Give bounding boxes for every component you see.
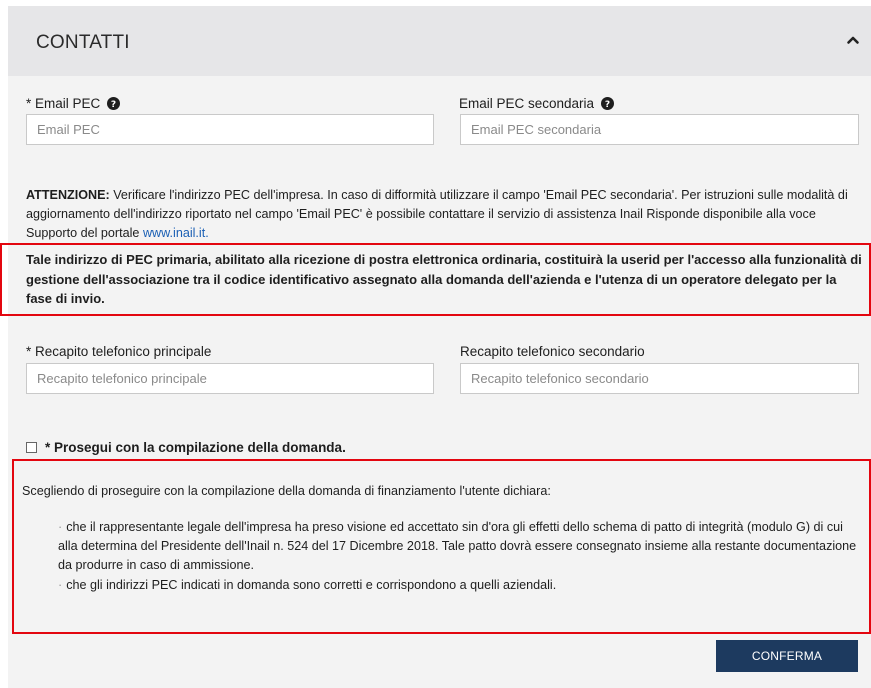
svg-text:?: ?	[111, 100, 116, 110]
continue-checkbox-row[interactable]: * Prosegui con la compilazione della dom…	[26, 440, 346, 455]
phone-primary-label: * Recapito telefonico principale	[26, 344, 211, 359]
email-pec-label-text: * Email PEC	[26, 96, 101, 111]
pec-primary-notice: Tale indirizzo di PEC primaria, abilitat…	[26, 252, 862, 306]
email-pec-input[interactable]	[26, 114, 434, 145]
phone-primary-input[interactable]	[26, 363, 434, 394]
declaration-bullet-text: che il rappresentante legale dell'impres…	[58, 520, 857, 572]
panel-header[interactable]: CONTATTI	[8, 6, 871, 76]
chevron-up-icon[interactable]	[843, 30, 863, 50]
question-circle-icon[interactable]: ?	[107, 97, 121, 110]
question-circle-icon[interactable]: ?	[601, 97, 615, 110]
phone-secondary-label-text: Recapito telefonico secondario	[460, 344, 645, 359]
email-pec-secondary-input[interactable]	[460, 114, 859, 145]
declaration-bullet: · che il rappresentante legale dell'impre…	[58, 518, 858, 575]
email-pec-secondary-label: Email PEC secondaria ?	[459, 96, 615, 111]
section-title: CONTATTI	[36, 32, 130, 53]
bullet-dot-icon: ·	[58, 578, 63, 592]
svg-text:?: ?	[605, 100, 610, 110]
phone-secondary-label: Recapito telefonico secondario	[460, 344, 645, 359]
email-pec-secondary-label-text: Email PEC secondaria	[459, 96, 595, 111]
phone-primary-label-text: * Recapito telefonico principale	[26, 344, 212, 359]
attention-notice: ATTENZIONE: Verificare l'indirizzo PEC d…	[26, 186, 866, 243]
declaration-bullet-text: che gli indirizzi PEC indicati in domand…	[66, 578, 557, 592]
inail-link[interactable]: www.inail.it.	[143, 226, 209, 240]
declaration-intro: Scegliendo di proseguire con la compilaz…	[22, 484, 551, 498]
continue-checkbox[interactable]	[26, 442, 37, 453]
attention-prefix: ATTENZIONE:	[26, 188, 110, 202]
declaration-bullet: · che gli indirizzi PEC indicati in doman…	[58, 576, 858, 595]
bullet-dot-icon: ·	[58, 520, 63, 534]
phone-secondary-input[interactable]	[460, 363, 859, 394]
confirm-button[interactable]: CONFERMA	[716, 640, 858, 672]
continue-checkbox-label[interactable]: * Prosegui con la compilazione della dom…	[45, 440, 346, 455]
email-pec-label: * Email PEC ?	[26, 96, 121, 111]
